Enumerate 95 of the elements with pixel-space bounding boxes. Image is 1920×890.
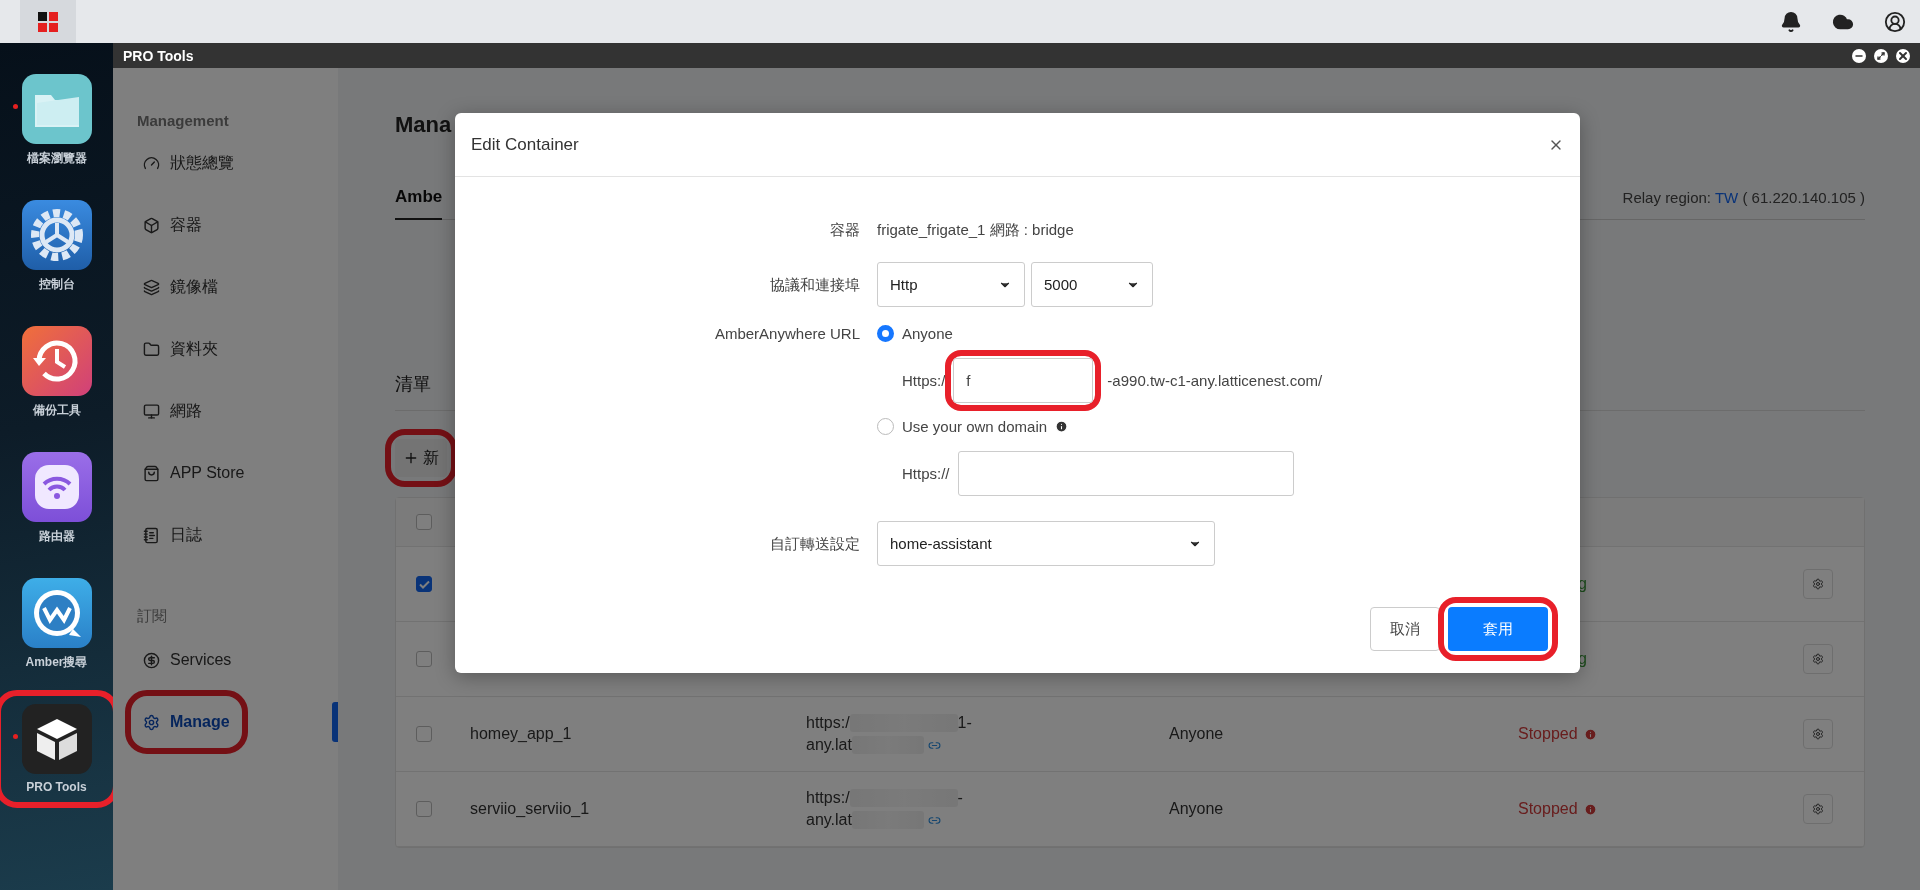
url-prefix: Https:// — [902, 464, 950, 482]
logo-icon[interactable] — [38, 11, 58, 32]
sidebar-item[interactable]: 日誌 — [137, 515, 208, 555]
url-text: any.lat — [806, 735, 852, 755]
sidebar-item[interactable]: 狀態總覽 — [137, 143, 240, 183]
dialog-title: Edit Container — [471, 134, 579, 155]
url-text: - — [957, 788, 963, 808]
user-icon[interactable] — [1884, 10, 1906, 33]
url-prefix: Https:/ — [902, 371, 946, 389]
port-select[interactable]: 5000 — [1031, 262, 1153, 307]
sidebar-item[interactable]: 網路 — [137, 391, 208, 431]
status-text: Stopped — [1518, 725, 1578, 743]
field-label: 容器 — [829, 220, 860, 240]
maximize-button[interactable] — [1874, 48, 1888, 63]
row-checkbox[interactable] — [416, 651, 432, 667]
field-value: frigate_frigate_1 網路 : bridge — [877, 220, 1075, 240]
radio-label: Use your own domain — [902, 418, 1048, 435]
region-link[interactable]: TW — [1714, 189, 1739, 206]
app-tile[interactable] — [21, 452, 92, 522]
tab[interactable]: Ambe — [395, 175, 443, 220]
field-label: AmberAnywhere URL — [713, 324, 860, 344]
table-cell: homey_app_1 — [470, 725, 572, 742]
app-label: 備份工具 — [32, 402, 81, 419]
table-cell: serviio_serviio_1 — [470, 800, 590, 817]
settings-icon — [143, 713, 160, 731]
app-label: 路由器 — [38, 528, 75, 545]
radio-label: Anyone — [902, 325, 953, 342]
folder-icon — [143, 340, 160, 358]
close-button[interactable] — [1896, 48, 1910, 63]
url-suffix: -a990.tw-c1-any.latticenest.com/ — [1107, 371, 1323, 389]
row-checkbox[interactable] — [416, 801, 432, 817]
status-text: Stopped — [1518, 800, 1578, 818]
settings-icon — [1812, 578, 1824, 590]
settings-icon — [1812, 728, 1824, 740]
sidebar-item[interactable]: 資料夾 — [137, 329, 224, 369]
app-label: 控制台 — [38, 276, 75, 293]
table-cell: Anyone — [1169, 725, 1224, 742]
monitor-icon — [143, 402, 160, 420]
protocol-select[interactable]: Http — [877, 262, 1025, 307]
app-tile[interactable] — [21, 74, 92, 144]
gear-icon — [28, 207, 85, 263]
app-tile[interactable] — [21, 326, 92, 396]
box-icon — [143, 216, 160, 234]
settings-icon — [1812, 653, 1824, 665]
minimize-button[interactable] — [1852, 48, 1866, 63]
input-field[interactable] — [957, 450, 1294, 496]
app-tile[interactable] — [21, 200, 92, 270]
app-tile[interactable] — [21, 704, 92, 774]
settings-button[interactable] — [1803, 794, 1833, 824]
settings-button[interactable] — [1803, 644, 1833, 674]
select-all-checkbox[interactable] — [416, 514, 432, 530]
page-title: Mana — [395, 112, 453, 138]
settings-button[interactable] — [1803, 569, 1833, 599]
sidebar-item[interactable]: Services — [137, 640, 238, 680]
sidebar-item[interactable]: 容器 — [137, 205, 208, 245]
row-checkbox[interactable] — [416, 576, 432, 592]
input-field[interactable]: f — [953, 357, 1094, 403]
settings-icon — [1812, 803, 1824, 815]
relay-region-text: Relay region: TW ( 61.220.140.105 ) — [1622, 189, 1865, 206]
table-cell: Anyone — [1169, 800, 1224, 817]
layers-icon — [143, 278, 160, 296]
settings-button[interactable] — [1803, 719, 1833, 749]
url-text: https:/ — [806, 713, 850, 733]
window-title: PRO Tools — [123, 47, 194, 64]
sidebar-item[interactable]: APP Store — [137, 453, 251, 493]
close-icon — [1897, 49, 1909, 62]
radio-button[interactable] — [877, 418, 894, 435]
url-text: https:/ — [806, 788, 850, 808]
sidebar-item[interactable]: 鏡像檔 — [137, 267, 224, 307]
bell-icon[interactable] — [1780, 10, 1802, 33]
url-text: any.lat — [806, 810, 852, 830]
info-icon[interactable] — [1055, 420, 1069, 433]
field-label: 協議和連接埠 — [769, 275, 860, 295]
field-label: 自訂轉送設定 — [769, 534, 860, 554]
cancel-button[interactable]: 取消 — [1370, 607, 1440, 651]
url-text: 1- — [957, 713, 972, 733]
sidebar-item[interactable]: Manage — [137, 702, 236, 742]
radio-button[interactable] — [877, 325, 894, 342]
notebook-icon — [143, 526, 160, 544]
selection-indicator — [332, 702, 338, 742]
sidebar-heading: Management — [137, 112, 230, 129]
row-checkbox[interactable] — [416, 726, 432, 742]
app-label: Amber搜尋 — [25, 654, 88, 671]
plus-icon — [403, 450, 419, 466]
apply-button[interactable]: 套用 — [1448, 607, 1548, 651]
forward-select[interactable]: home-assistant — [877, 521, 1215, 566]
bag-icon — [143, 464, 160, 482]
add-button[interactable]: 新 — [395, 439, 447, 477]
app-label: 檔案瀏覽器 — [26, 150, 87, 167]
gauge-icon — [143, 154, 160, 172]
sidebar-heading: 訂閱 — [137, 607, 168, 626]
dollar-icon — [143, 651, 160, 669]
app-label: PRO Tools — [26, 780, 87, 794]
expand-icon — [1877, 51, 1885, 60]
app-tile[interactable] — [21, 578, 92, 648]
